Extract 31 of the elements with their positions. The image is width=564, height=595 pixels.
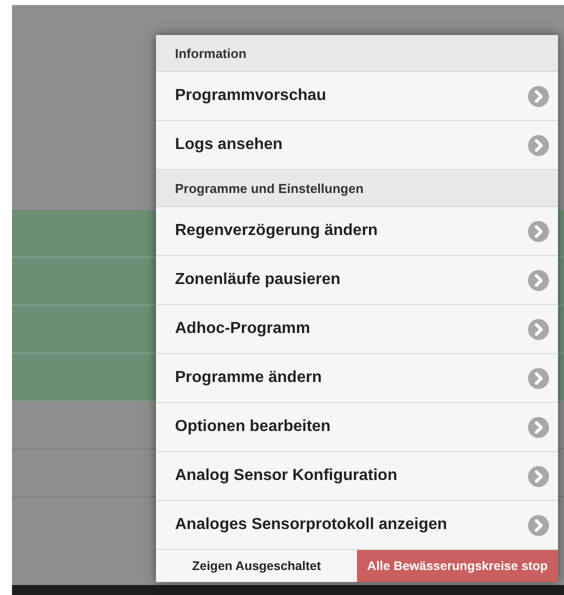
menu-item[interactable]: Logs ansehen [156,121,558,170]
chevron-icon [528,134,549,156]
chevron-icon [528,86,549,106]
menu-item-label: Regenverzögerung ändern [175,222,378,240]
chevron-icon [528,466,549,486]
menu-item[interactable]: Regenverzögerung ändern [156,207,558,256]
menu-item-label: Programme ändern [175,369,322,387]
menu-item-label: Logs ansehen [175,136,283,154]
menu-item[interactable]: Analog Sensor Konfiguration [156,452,558,501]
show-button[interactable]: Zeigen Ausgeschaltet [156,550,357,582]
chevron-icon [528,514,549,536]
menu-item[interactable]: Optionen bearbeiten [156,403,558,452]
menu-item[interactable]: Adhoc-Programm [156,305,558,354]
menu-item[interactable]: Zonenläufe pausieren [156,256,558,305]
menu-item[interactable]: Analoges Sensorprotokoll anzeigen [156,501,558,550]
section-header: Information [156,35,558,72]
menu-item-label: Adhoc-Programm [175,320,310,338]
chevron-icon [528,368,549,388]
menu-item-label: Optionen bearbeiten [175,418,331,436]
menu-item-label: Analog Sensor Konfiguration [175,467,398,485]
chevron-icon [528,318,549,340]
menu-item-label: Zonenläufe pausieren [175,271,340,289]
section-header: Programme und Einstellungen [156,170,558,207]
menu-item[interactable]: Programme ändern [156,354,558,403]
chevron-icon [528,270,549,290]
chevron-icon [528,220,549,242]
menu-item[interactable]: Programmvorschau [156,72,558,121]
chevron-icon [528,416,549,438]
menu-item-label: Programmvorschau [175,87,326,105]
stop-button[interactable]: Alle Bewässerungskreise stop [357,550,558,582]
menu-item-label: Analoges Sensorprotokoll anzeigen [175,516,448,534]
